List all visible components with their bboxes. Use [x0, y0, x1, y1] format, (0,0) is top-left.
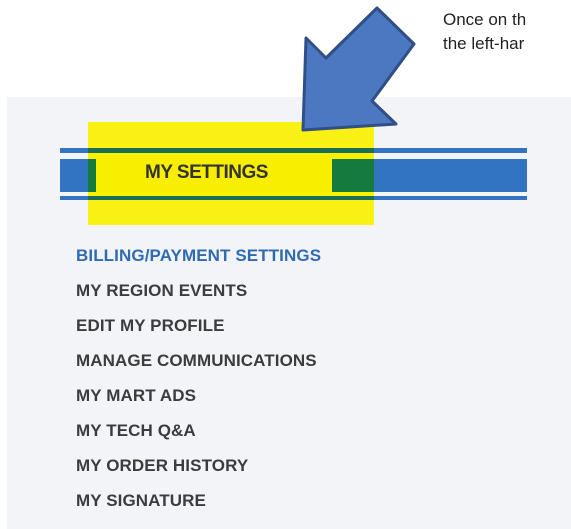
- menu-item-my-order-history[interactable]: MY ORDER HISTORY: [76, 454, 321, 489]
- highlight-overlap-right: [332, 159, 374, 192]
- menu-item-my-region-events[interactable]: MY REGION EVENTS: [76, 279, 321, 314]
- instruction-text: Once on th the left-har: [443, 8, 571, 56]
- instruction-line-1: Once on th: [443, 10, 527, 29]
- menu-item-my-signature[interactable]: MY SIGNATURE: [76, 489, 321, 524]
- menu-item-manage-communications[interactable]: MANAGE COMMUNICATIONS: [76, 349, 321, 384]
- section-title: MY SETTINGS: [145, 162, 268, 183]
- screenshot-page: Once on th the left-har MY SETTINGS BILL…: [0, 0, 571, 529]
- menu-item-billing-payment-settings[interactable]: BILLING/PAYMENT SETTINGS: [76, 244, 321, 279]
- menu-item-my-tech-qa[interactable]: MY TECH Q&A: [76, 419, 321, 454]
- highlight-overlap-left: [88, 159, 96, 192]
- settings-menu: BILLING/PAYMENT SETTINGS MY REGION EVENT…: [76, 244, 321, 524]
- instruction-line-2: the left-har: [443, 34, 525, 53]
- highlight-overlap-bottom-rule: [88, 196, 374, 200]
- highlight-gap-bottom: [88, 192, 374, 196]
- menu-item-edit-my-profile[interactable]: EDIT MY PROFILE: [76, 314, 321, 349]
- menu-item-my-mart-ads[interactable]: MY MART ADS: [76, 384, 321, 419]
